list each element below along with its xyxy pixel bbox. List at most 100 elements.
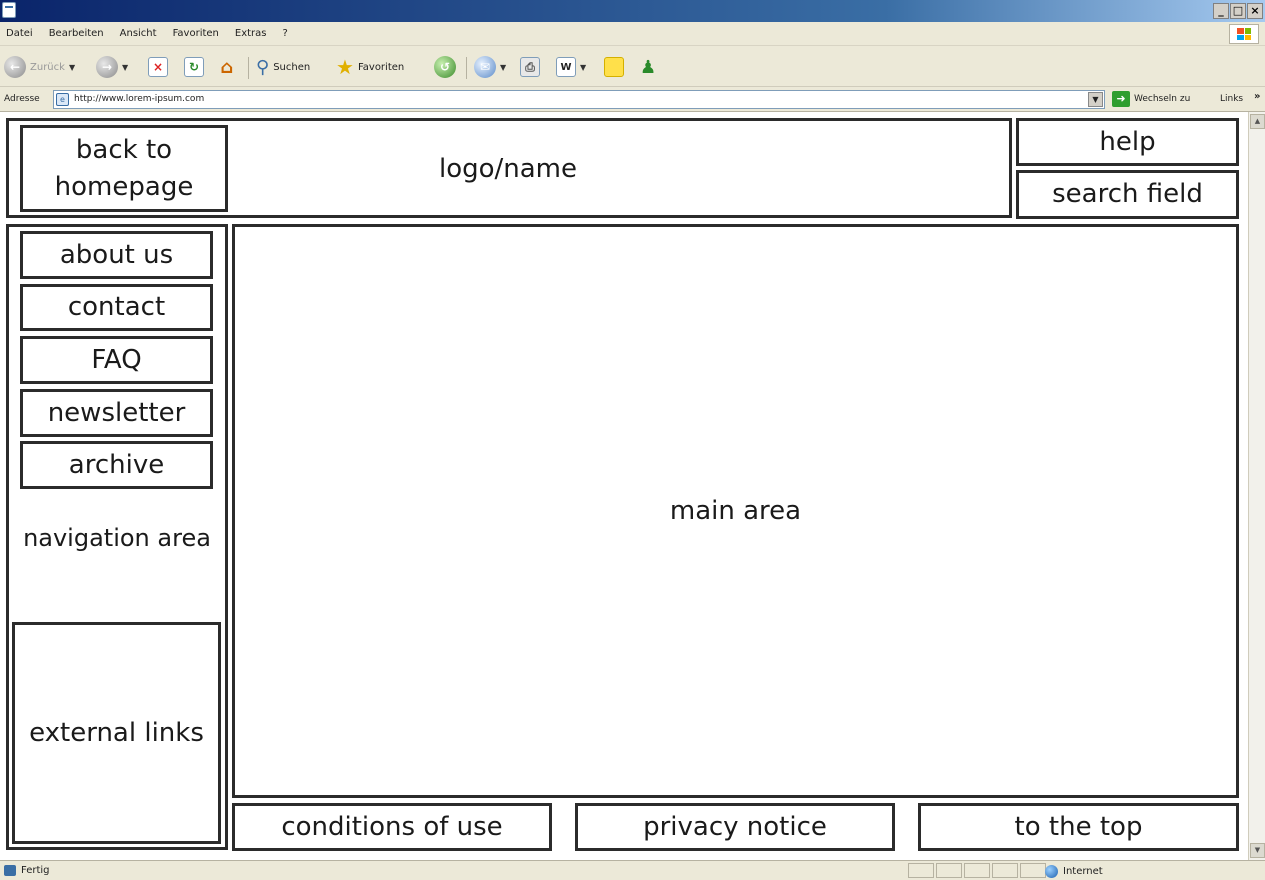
to-the-top-label: to the top [1014,811,1143,842]
status-panes [908,863,1046,878]
menu-ansicht[interactable]: Ansicht [120,28,157,39]
status-pane [964,863,990,878]
nav-item-about-us[interactable]: about us [20,231,213,279]
go-arrow-icon: ➜ [1112,91,1130,107]
nav-item-label: contact [67,292,166,323]
mail-dropdown-icon[interactable]: ▼ [500,63,506,72]
printer-icon: ⎙ [520,57,540,77]
close-button[interactable]: × [1247,3,1263,19]
page-icon: e [56,93,69,106]
history-button[interactable]: ↺ [434,55,456,79]
status-bar: Fertig Internet [0,860,1265,880]
star-icon: ★ [336,55,354,79]
back-dropdown-icon[interactable]: ▼ [69,63,75,72]
sticky-note-icon [604,57,624,77]
menu-bearbeiten[interactable]: Bearbeiten [49,28,104,39]
links-chevron-icon[interactable]: » [1254,91,1260,102]
status-pane [908,863,934,878]
to-the-top-box[interactable]: to the top [918,803,1239,851]
nav-item-archive[interactable]: archive [20,441,213,489]
history-icon: ↺ [434,56,456,78]
address-dropdown-icon[interactable]: ▼ [1088,92,1103,107]
status-pane [1020,863,1046,878]
external-links-label: external links [29,717,204,748]
edit-dropdown-icon[interactable]: ▼ [580,63,586,72]
back-to-homepage-box[interactable]: back to homepage [20,125,228,212]
minimize-button[interactable]: _ [1213,3,1229,19]
nav-item-contact[interactable]: contact [20,284,213,331]
go-button[interactable]: ➜ Wechseln zu [1112,91,1190,107]
menu-help[interactable]: ? [283,28,288,39]
search-magnifier-icon: ⚲ [256,56,270,78]
stop-icon: × [148,57,168,77]
help-label: help [1099,126,1156,157]
security-zone[interactable]: Internet [1045,865,1103,878]
forward-button[interactable]: → ▼ [96,55,128,79]
back-button[interactable]: ← Zurück ▼ [4,55,75,79]
scroll-up-icon[interactable]: ▲ [1250,114,1265,129]
nav-item-faq[interactable]: FAQ [20,336,213,384]
privacy-notice-box[interactable]: privacy notice [575,803,895,851]
stop-button[interactable]: × [148,55,168,79]
links-button[interactable]: Links [1220,94,1243,104]
favorites-label: Favoriten [357,61,405,73]
window-title-bar: _ □ × [0,0,1265,22]
note-button[interactable] [604,55,624,79]
external-links-box[interactable]: external links [12,622,221,844]
menu-datei[interactable]: Datei [6,28,33,39]
conditions-of-use-box[interactable]: conditions of use [232,803,552,851]
address-input[interactable]: e http://www.lorem-ipsum.com ▼ [53,90,1105,109]
nav-item-label: archive [68,449,165,480]
toolbar-separator [248,57,249,79]
word-edit-icon: W [556,57,576,77]
nav-item-newsletter[interactable]: newsletter [20,389,213,437]
scroll-down-icon[interactable]: ▼ [1250,843,1265,858]
back-to-homepage-label: back to homepage [54,135,194,202]
menu-extras[interactable]: Extras [235,28,267,39]
page-status-icon [4,865,16,876]
home-icon: ⌂ [220,56,234,78]
search-field-label: search field [1052,179,1203,210]
toolbar-separator [466,57,467,79]
nav-item-label: FAQ [91,344,142,375]
help-box[interactable]: help [1016,118,1239,166]
favorites-button[interactable]: ★ Favoriten [336,55,404,79]
windows-logo-icon [1229,24,1259,44]
edit-button[interactable]: W ▼ [556,55,586,79]
forward-dropdown-icon[interactable]: ▼ [122,63,128,72]
status-pane [992,863,1018,878]
search-button[interactable]: ⚲ Suchen [256,55,310,79]
mail-icon: ✉ [474,56,496,78]
navigation-area-label: navigation area [23,524,211,552]
messenger-icon: ♟ [640,56,657,78]
address-label: Adresse [4,94,40,104]
ie-window-icon[interactable] [2,2,16,18]
back-arrow-icon: ← [4,56,26,78]
print-button[interactable]: ⎙ [520,55,540,79]
refresh-button[interactable]: ↻ [184,55,204,79]
back-label: Zurück [30,61,65,73]
menu-favoriten[interactable]: Favoriten [173,28,219,39]
conditions-of-use-label: conditions of use [281,811,503,842]
main-area-label: main area [669,495,802,526]
nav-item-label: about us [59,239,174,270]
messenger-button[interactable]: ♟ [640,55,656,79]
menu-bar: Datei Bearbeiten Ansicht Favoriten Extra… [0,22,1265,46]
privacy-notice-label: privacy notice [643,811,827,842]
page-viewport: back to homepage logo/name help search f… [0,112,1248,860]
main-area-box: main area [232,224,1239,798]
search-label: Suchen [273,61,311,73]
nav-item-label: newsletter [47,397,186,428]
forward-arrow-icon: → [96,56,118,78]
standard-toolbar: ← Zurück ▼ → ▼ × ↻ ⌂ ⚲ Suchen ★ Favorite… [0,47,1265,87]
internet-globe-icon [1045,865,1058,878]
address-url[interactable]: http://www.lorem-ipsum.com [74,94,204,104]
search-field-box[interactable]: search field [1016,170,1239,219]
logo-name-label: logo/name [438,154,578,184]
maximize-button[interactable]: □ [1230,3,1246,19]
home-button[interactable]: ⌂ [217,55,237,79]
vertical-scrollbar[interactable]: ▲ ▼ [1248,112,1265,860]
mail-button[interactable]: ✉ ▼ [474,55,506,79]
go-label: Wechseln zu [1134,94,1191,104]
address-bar: Adresse e http://www.lorem-ipsum.com ▼ ➜… [0,88,1265,112]
